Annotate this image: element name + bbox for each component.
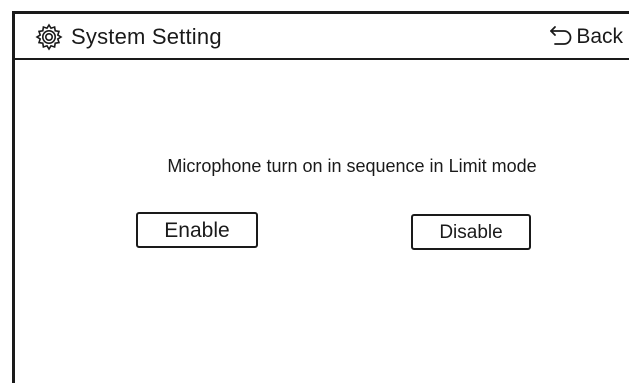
title-bar: System Setting Back xyxy=(15,14,629,60)
page-title: System Setting xyxy=(71,24,222,49)
return-arrow-icon xyxy=(548,25,574,49)
disable-button[interactable]: Disable xyxy=(411,214,531,250)
back-label: Back xyxy=(576,25,623,48)
enable-button[interactable]: Enable xyxy=(136,212,258,248)
gear-icon xyxy=(35,23,63,51)
setting-description: Microphone turn on in sequence in Limit … xyxy=(167,156,537,176)
title-group: System Setting xyxy=(35,22,222,52)
settings-panel: System Setting Back Microphone turn on i… xyxy=(12,11,629,383)
back-button[interactable]: Back xyxy=(548,22,623,52)
